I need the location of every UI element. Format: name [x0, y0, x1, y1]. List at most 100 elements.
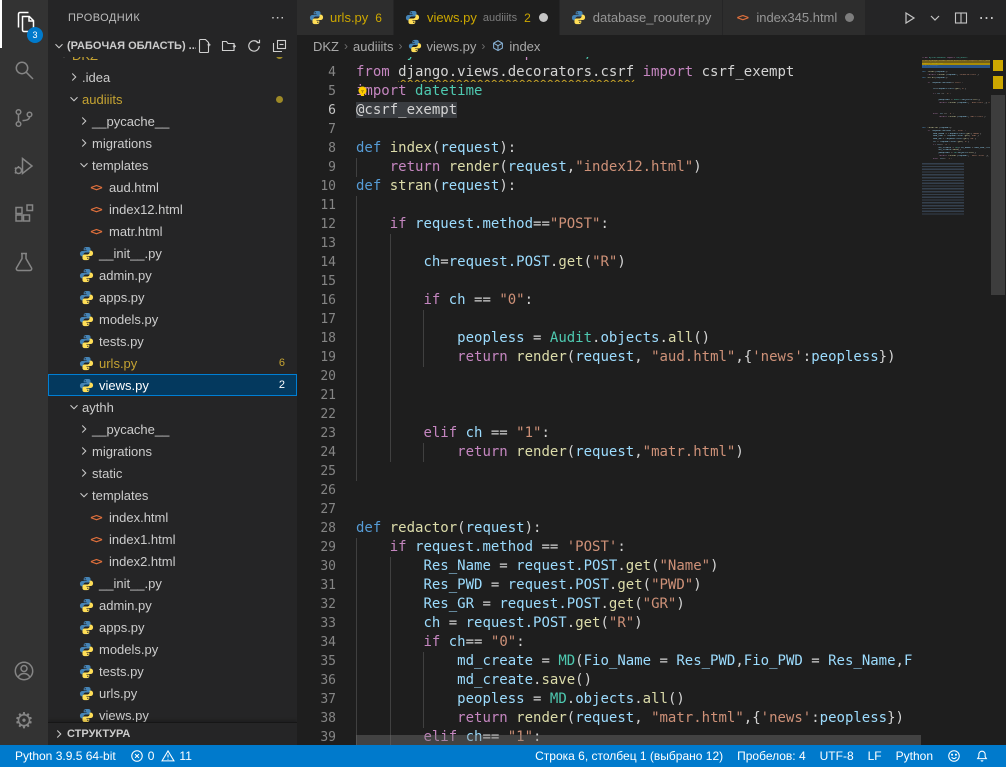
outline-section-header[interactable]: СТРУКТУРА — [48, 722, 297, 745]
minimap[interactable]: from aythh.models import MD,Auditfrom dj… — [922, 57, 990, 745]
dirty-dot-icon[interactable] — [845, 13, 854, 22]
code-line-7[interactable]: 7 — [297, 120, 1006, 139]
notifications-bell-icon[interactable] — [968, 745, 996, 767]
code-line-11[interactable]: 11 — [297, 196, 1006, 215]
code-line-19[interactable]: 19 return render(request, "aud.html",{'n… — [297, 348, 1006, 367]
more-actions-button[interactable]: ⋯ — [976, 7, 998, 29]
tree-item-DKZ[interactable]: DKZ — [48, 57, 297, 66]
tree-item-migrations[interactable]: migrations — [48, 132, 297, 154]
tree-item-templates[interactable]: templates — [48, 154, 297, 176]
feedback-icon[interactable] — [940, 745, 968, 767]
code-line-26[interactable]: 26 — [297, 481, 1006, 500]
activity-bar-item-search[interactable] — [0, 48, 48, 96]
tree-item-index.html[interactable]: <>index.html — [48, 506, 297, 528]
more-actions-icon[interactable]: ⋯ — [271, 9, 285, 26]
activity-bar-item-account[interactable] — [0, 649, 48, 697]
new-file-icon[interactable] — [196, 38, 212, 54]
tab-index345.html[interactable]: <>index345.html — [723, 0, 866, 35]
tree-item-admin.py[interactable]: admin.py — [48, 594, 297, 616]
code-line-31[interactable]: 31 Res_PWD = request.POST.get("PWD") — [297, 576, 1006, 595]
collapse-all-icon[interactable] — [271, 38, 287, 54]
code-line-36[interactable]: 36 md_create.save() — [297, 671, 1006, 690]
code-line-25[interactable]: 25 — [297, 462, 1006, 481]
code-line-22[interactable]: 22 — [297, 405, 1006, 424]
code-line-12[interactable]: 12 if request.method=="POST": — [297, 215, 1006, 234]
code-line-10[interactable]: 10def stran(request): — [297, 177, 1006, 196]
code-line-34[interactable]: 34 if ch== "0": — [297, 633, 1006, 652]
code-line-29[interactable]: 29 if request.method == 'POST': — [297, 538, 1006, 557]
tree-item-apps.py[interactable]: apps.py — [48, 616, 297, 638]
tab-urls.py[interactable]: urls.py6 — [297, 0, 394, 35]
tree-item-__init__.py[interactable]: __init__.py — [48, 242, 297, 264]
breadcrumb-item-index[interactable]: index — [490, 38, 540, 54]
code-line-13[interactable]: 13 — [297, 234, 1006, 253]
tree-item-__pycache__[interactable]: __pycache__ — [48, 110, 297, 132]
code-line-14[interactable]: 14 ch=request.POST.get("R") — [297, 253, 1006, 272]
tree-item-aud.html[interactable]: <>aud.html — [48, 176, 297, 198]
code-line-35[interactable]: 35 md_create = MD(Fio_Name = Res_PWD,Fio… — [297, 652, 1006, 671]
code-line-16[interactable]: 16 if ch == "0": — [297, 291, 1006, 310]
code-line-8[interactable]: 8def index(request): — [297, 139, 1006, 158]
breadcrumb-item-dkz[interactable]: DKZ — [313, 39, 339, 54]
encoding-item[interactable]: UTF-8 — [813, 745, 861, 767]
tree-item-index1.html[interactable]: <>index1.html — [48, 528, 297, 550]
tree-item-urls.py[interactable]: urls.py — [48, 682, 297, 704]
code-line-37[interactable]: 37 peopless = MD.objects.all() — [297, 690, 1006, 709]
breadcrumb-item-views-py[interactable]: views.py — [407, 38, 476, 54]
tree-item-models.py[interactable]: models.py — [48, 638, 297, 660]
activity-bar-item-source-control[interactable] — [0, 96, 48, 144]
split-editor-button[interactable] — [950, 7, 972, 29]
refresh-icon[interactable] — [246, 38, 262, 54]
code-line-15[interactable]: 15 — [297, 272, 1006, 291]
new-folder-icon[interactable] — [221, 38, 237, 54]
tree-item-audiiits[interactable]: audiiits — [48, 88, 297, 110]
code-line-5[interactable]: 5import datetime — [297, 82, 1006, 101]
tree-item-tests.py[interactable]: tests.py — [48, 330, 297, 352]
code-editor[interactable]: 3from aythh.models import MD,Audit4from … — [297, 57, 1006, 745]
breadcrumb-item-audiiits[interactable]: audiiits — [353, 39, 393, 54]
code-line-21[interactable]: 21 — [297, 386, 1006, 405]
horizontal-scrollbar-slider[interactable] — [356, 735, 921, 745]
code-line-32[interactable]: 32 Res_GR = request.POST.get("GR") — [297, 595, 1006, 614]
tree-item-__init__.py[interactable]: __init__.py — [48, 572, 297, 594]
python-interpreter-item[interactable]: Python 3.9.5 64-bit — [8, 745, 123, 767]
activity-bar-item-run-debug[interactable] — [0, 144, 48, 192]
code-line-17[interactable]: 17 — [297, 310, 1006, 329]
vertical-scrollbar-slider[interactable] — [991, 95, 1005, 295]
code-line-28[interactable]: 28def redactor(request): — [297, 519, 1006, 538]
tree-item-admin.py[interactable]: admin.py — [48, 264, 297, 286]
activity-bar-item-extensions[interactable] — [0, 192, 48, 240]
code-line-20[interactable]: 20 — [297, 367, 1006, 386]
code-line-6[interactable]: 6@csrf_exempt — [297, 101, 1006, 120]
tree-item-apps.py[interactable]: apps.py — [48, 286, 297, 308]
tree-item-tests.py[interactable]: tests.py — [48, 660, 297, 682]
activity-bar-item-explorer[interactable]: 3 — [0, 0, 48, 48]
workspace-section-header[interactable]: (РАБОЧАЯ ОБЛАСТЬ) ... — [48, 35, 297, 57]
tab-views.py[interactable]: views.pyaudiiits2 — [394, 0, 560, 35]
run-dropdown[interactable] — [924, 7, 946, 29]
tree-item-aythh[interactable]: aythh — [48, 396, 297, 418]
tab-database_roouter.py[interactable]: database_roouter.py — [560, 0, 724, 35]
code-line-23[interactable]: 23 elif ch == "1": — [297, 424, 1006, 443]
code-line-24[interactable]: 24 return render(request,"matr.html") — [297, 443, 1006, 462]
tree-item-templates[interactable]: templates — [48, 484, 297, 506]
eol-item[interactable]: LF — [861, 745, 889, 767]
language-mode-item[interactable]: Python — [889, 745, 940, 767]
activity-bar-item-testing[interactable] — [0, 240, 48, 288]
tree-item-migrations[interactable]: migrations — [48, 440, 297, 462]
tree-item-__pycache__[interactable]: __pycache__ — [48, 418, 297, 440]
dirty-dot-icon[interactable] — [539, 13, 548, 22]
code-line-38[interactable]: 38 return render(request, "matr.html",{'… — [297, 709, 1006, 728]
problems-item[interactable]: 0 11 — [123, 745, 199, 767]
tree-item-models.py[interactable]: models.py — [48, 308, 297, 330]
tree-item-index12.html[interactable]: <>index12.html — [48, 198, 297, 220]
tree-item-index2.html[interactable]: <>index2.html — [48, 550, 297, 572]
code-line-27[interactable]: 27 — [297, 500, 1006, 519]
tree-item-views.py[interactable]: views.py — [48, 704, 297, 723]
run-button[interactable] — [898, 7, 920, 29]
indentation-item[interactable]: Пробелов: 4 — [730, 745, 813, 767]
tree-item-.idea[interactable]: .idea — [48, 66, 297, 88]
code-line-30[interactable]: 30 Res_Name = request.POST.get("Name") — [297, 557, 1006, 576]
lightbulb-icon[interactable] — [356, 84, 370, 99]
tree-item-views.py[interactable]: views.py2 — [48, 374, 297, 396]
